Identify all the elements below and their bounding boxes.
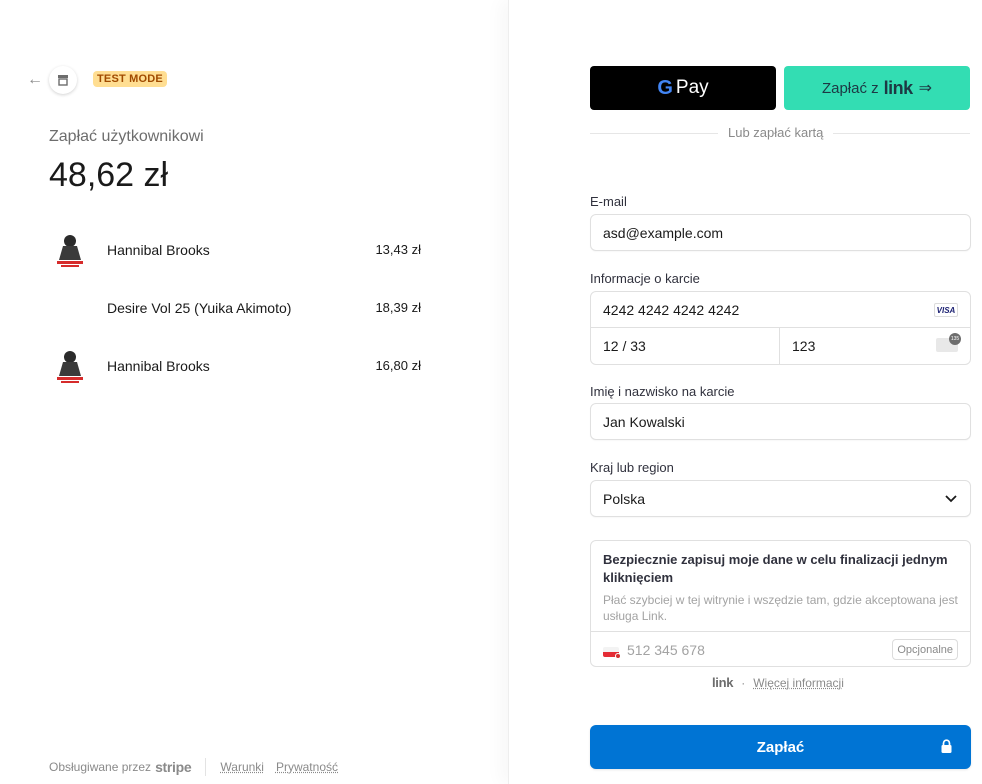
card-cvc-value: 123 xyxy=(792,338,816,354)
lock-icon xyxy=(941,739,952,753)
save-info-box: Bezpiecznie zapisuj moje dane w celu fin… xyxy=(590,540,971,667)
phone-placeholder: 512 345 678 xyxy=(627,642,705,658)
card-expiry-field[interactable]: 12 / 33 xyxy=(591,328,780,364)
link-info: link · Więcej informacji xyxy=(712,675,844,690)
line-item: Hannibal Brooks 16,80 zł xyxy=(49,346,421,386)
card-info-label: Informacje o karcie xyxy=(590,271,700,286)
store-icon[interactable] xyxy=(49,66,77,94)
google-pay-button[interactable]: G Pay xyxy=(590,66,776,110)
item-price: 16,80 zł xyxy=(375,358,421,373)
item-name: Desire Vol 25 (Yuika Akimoto) xyxy=(107,300,292,316)
link-pay-label: Zapłać z xyxy=(821,79,879,97)
card-cvc-field[interactable]: 123 xyxy=(780,328,970,364)
card-number-field[interactable]: 4242 4242 4242 4242 VISA xyxy=(591,292,970,328)
payment-form-panel: G Pay Zapłać z link ⇒ Lub zapłać kartą E… xyxy=(508,0,982,784)
chevron-down-icon xyxy=(945,495,957,503)
save-info-title: Bezpiecznie zapisuj moje dane w celu fin… xyxy=(603,552,948,585)
line-item: Hannibal Brooks 13,43 zł xyxy=(49,230,421,270)
pay-to-label: Zapłać użytkownikowi xyxy=(49,128,204,145)
item-price: 18,39 zł xyxy=(375,300,421,315)
country-select[interactable]: Polska xyxy=(590,480,971,517)
country-label: Kraj lub region xyxy=(590,460,674,475)
link-logo: link xyxy=(712,675,734,690)
flag-dropdown-icon xyxy=(615,653,621,659)
link-logo: link xyxy=(883,77,914,98)
test-mode-badge: TEST MODE xyxy=(93,71,167,87)
item-name: Hannibal Brooks xyxy=(107,242,210,258)
email-label: E-mail xyxy=(590,194,627,209)
back-arrow-icon[interactable]: ← xyxy=(27,71,43,89)
separator-dot: · xyxy=(741,675,746,690)
item-name: Hannibal Brooks xyxy=(107,358,210,374)
item-price: 13,43 zł xyxy=(375,242,421,257)
stripe-logo[interactable]: stripe xyxy=(155,759,192,775)
arrow-right-icon: ⇒ xyxy=(918,80,933,97)
google-g-icon: G xyxy=(657,76,673,99)
pay-button-label: Zapłać xyxy=(756,738,805,756)
cvc-card-icon xyxy=(936,333,961,352)
save-info-description: Płać szybciej w tej witrynie i wszędzie … xyxy=(603,593,958,623)
terms-link[interactable]: Warunki xyxy=(220,760,264,774)
country-value: Polska xyxy=(603,490,646,507)
order-summary-panel: ← TEST MODE Zapłać użytkownikowi 48,62 z… xyxy=(0,0,508,784)
privacy-link[interactable]: Prywatność xyxy=(276,760,338,774)
phone-field[interactable]: 512 345 678 Opcjonalne xyxy=(591,631,970,666)
card-info-group: 4242 4242 4242 4242 VISA 12 / 33 123 xyxy=(590,291,971,365)
footer: Obsługiwane przez stripe Warunki Prywatn… xyxy=(49,758,350,776)
link-pay-button[interactable]: Zapłać z link ⇒ xyxy=(784,66,970,110)
card-expiry-value: 12 / 33 xyxy=(603,338,646,354)
gpay-label: Pay xyxy=(675,77,709,98)
line-item: Desire Vol 25 (Yuika Akimoto) 18,39 zł xyxy=(49,288,421,328)
more-info-link[interactable]: Więcej informacji xyxy=(753,676,844,690)
total-amount: 48,62 zł xyxy=(49,156,169,194)
email-value: asd@example.com xyxy=(603,224,724,241)
product-thumbnail xyxy=(55,230,85,270)
optional-badge: Opcjonalne xyxy=(892,639,958,660)
card-number-value: 4242 4242 4242 4242 xyxy=(603,301,740,318)
cardholder-name-label: Imię i nazwisko na karcie xyxy=(590,384,735,399)
footer-divider xyxy=(205,758,207,776)
powered-by-text: Obsługiwane przez xyxy=(49,760,152,774)
email-field[interactable]: asd@example.com xyxy=(590,214,971,251)
or-pay-card-text: Lub zapłać kartą xyxy=(718,125,834,140)
product-thumbnail xyxy=(55,346,85,386)
pay-button[interactable]: Zapłać xyxy=(590,725,971,769)
visa-icon: VISA xyxy=(934,303,958,317)
cardholder-name-field[interactable]: Jan Kowalski xyxy=(590,403,971,440)
cardholder-name-value: Jan Kowalski xyxy=(603,413,685,430)
